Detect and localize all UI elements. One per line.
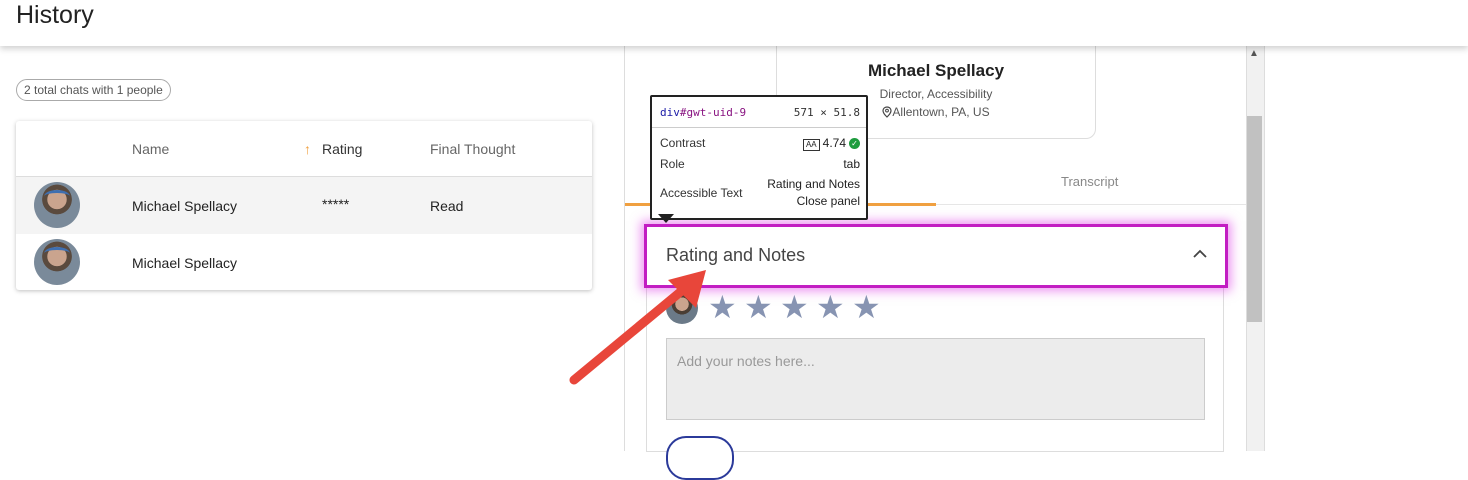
avatar bbox=[34, 182, 80, 228]
location-pin-icon bbox=[882, 106, 893, 118]
scroll-up-icon[interactable]: ▲ bbox=[1249, 48, 1259, 59]
table-header: Name ↑ Rating Final Thought bbox=[16, 121, 592, 177]
chevron-up-icon[interactable] bbox=[1192, 243, 1208, 264]
inspector-selector: div#gwt-uid-9 bbox=[660, 106, 747, 119]
row-rating: ***** bbox=[322, 196, 350, 212]
star-icon[interactable]: ★ bbox=[744, 290, 780, 324]
inspector-accessible-text-label: Accessible Text bbox=[660, 186, 743, 200]
page-header: History bbox=[0, 0, 1468, 46]
inspector-tooltip-header: div#gwt-uid-9 571 × 51.8 bbox=[652, 97, 866, 128]
check-circle-icon: ✓ bbox=[849, 138, 860, 150]
inspector-dimensions: 571 × 51.8 bbox=[793, 106, 860, 119]
inspector-tooltip-pointer bbox=[658, 214, 674, 223]
table-row[interactable]: Michael Spellacy ***** Read bbox=[16, 177, 592, 234]
star-icon[interactable]: ★ bbox=[816, 290, 852, 324]
inspector-accessible-text-line1: Rating and Notes bbox=[767, 177, 860, 191]
notes-textarea[interactable]: Add your notes here... bbox=[666, 338, 1205, 420]
row-name: Michael Spellacy bbox=[132, 255, 238, 271]
arrow-up-icon: ↑ bbox=[304, 141, 311, 157]
table-row[interactable]: Michael Spellacy bbox=[16, 234, 592, 290]
history-table: Name ↑ Rating Final Thought Michael Spel… bbox=[16, 121, 592, 290]
row-name: Michael Spellacy bbox=[132, 198, 238, 214]
star-icon[interactable]: ★ bbox=[780, 290, 816, 324]
inspector-role-label: Role bbox=[660, 157, 685, 171]
inspector-accessible-text-line2: Close panel bbox=[796, 194, 860, 208]
inspector-contrast-label: Contrast bbox=[660, 136, 706, 150]
avatar bbox=[34, 239, 80, 285]
aa-badge-icon: AA bbox=[802, 139, 820, 151]
row-final-thought: Read bbox=[430, 198, 464, 214]
rating-notes-accordion-header[interactable]: Rating and Notes bbox=[644, 224, 1228, 288]
scrollbar-thumb[interactable] bbox=[1247, 116, 1262, 322]
tab-transcript[interactable]: Transcript bbox=[1061, 174, 1118, 189]
page-title: History bbox=[16, 1, 94, 29]
inspector-role-value: tab bbox=[843, 157, 860, 171]
profile-name: Michael Spellacy bbox=[867, 61, 1005, 80]
star-icon[interactable]: ★ bbox=[852, 290, 888, 324]
column-header-name[interactable]: Name bbox=[132, 141, 169, 157]
star-rating[interactable]: ★ ★ ★ ★ ★ bbox=[708, 290, 888, 324]
column-header-rating[interactable]: Rating bbox=[322, 141, 362, 157]
save-button[interactable] bbox=[666, 436, 734, 480]
profile-location-text: Allentown, PA, US bbox=[892, 105, 990, 119]
annotation-arrow bbox=[569, 270, 706, 385]
inspector-tooltip: div#gwt-uid-9 571 × 51.8 Contrast AA 4.74… bbox=[650, 95, 868, 220]
chat-count-badge: 2 total chats with 1 people bbox=[16, 79, 171, 101]
column-header-final-thought[interactable]: Final Thought bbox=[430, 141, 515, 157]
inspector-contrast-value: AA 4.74 ✓ bbox=[802, 136, 860, 151]
